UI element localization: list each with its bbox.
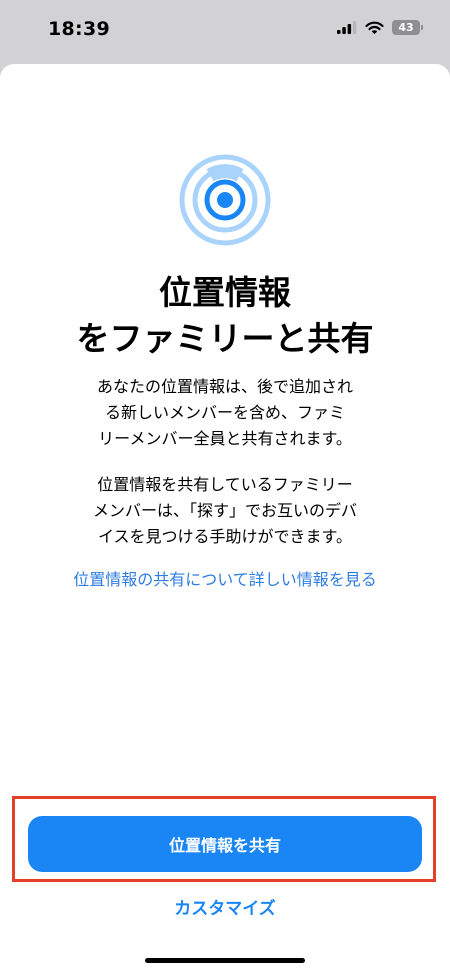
description-line: メンバーは、「探す」でお互いのデバ	[92, 501, 357, 520]
location-share-icon	[179, 154, 271, 246]
battery-level: 43	[398, 21, 414, 34]
wifi-icon	[365, 21, 384, 34]
customize-link[interactable]: カスタマイズ	[0, 894, 450, 919]
share-location-button[interactable]: 位置情報を共有	[28, 816, 422, 872]
cellular-signal-icon	[337, 21, 357, 34]
description-line: る新しいメンバーを含め、ファミ	[104, 403, 345, 422]
battery-icon: 43	[392, 20, 423, 35]
status-bar: 18:39 43	[0, 0, 450, 62]
share-location-sheet: 位置情報 をファミリーと共有 あなたの位置情報は、後で追加され る新しいメンバー…	[0, 64, 450, 974]
description-paragraph-2: 位置情報を共有しているファミリー メンバーは、「探す」でお互いのデバ イスを見つ…	[0, 472, 450, 550]
page-title-line-2: をファミリーと共有	[76, 319, 374, 358]
learn-more-link[interactable]: 位置情報の共有について詳しい情報を見る	[0, 569, 450, 591]
description-line: あなたの位置情報は、後で追加され	[96, 377, 353, 396]
status-icons: 43	[337, 20, 423, 35]
description-line: イスを見つける手助けができます。	[98, 527, 352, 546]
page-title-line-1: 位置情報	[159, 273, 291, 312]
description-line: リーメンバー全員と共有されます。	[98, 429, 352, 448]
description-paragraph-1: あなたの位置情報は、後で追加され る新しいメンバーを含め、ファミ リーメンバー全…	[0, 374, 450, 452]
page-title: 位置情報 をファミリーと共有	[0, 270, 450, 362]
home-indicator	[145, 958, 305, 963]
description-line: 位置情報を共有しているファミリー	[97, 475, 353, 494]
status-time: 18:39	[48, 18, 110, 40]
